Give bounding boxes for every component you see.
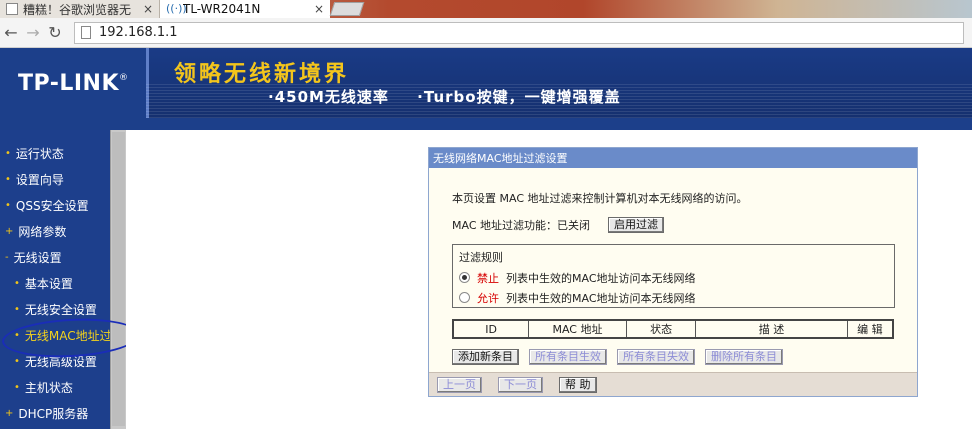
bullet-icon: • [14, 355, 20, 367]
col-status: 状态 [626, 320, 697, 338]
slogan-subline: ·450M无线速率 ·Turbo按键，一键增强覆盖 [268, 86, 643, 107]
next-page-button[interactable]: 下一页 [498, 376, 543, 393]
close-icon[interactable]: × [314, 2, 324, 16]
mac-table: ID MAC 地址 状态 描 述 编 辑 [452, 319, 894, 339]
radio-allow[interactable] [459, 292, 470, 303]
turbo-text: ·Turbo按键，一键增强覆盖 [417, 88, 621, 106]
sidebar-item-host-status[interactable]: • 主机状态 [0, 374, 110, 400]
router-banner: TP-LINK ® 领略无线新境界 ·450M无线速率 ·Turbo按键，一键增强… [0, 48, 972, 118]
forward-arrow-icon[interactable]: → [22, 23, 44, 42]
sidebar-scrollbar[interactable] [110, 130, 126, 429]
rule-deny[interactable]: 禁止 列表中生效的MAC地址访问本无线网络 [459, 270, 888, 285]
address-bar[interactable]: 192.168.1.1 [74, 21, 964, 44]
mac-filter-panel: 无线网络MAC地址过滤设置 本页设置 MAC 地址过滤来控制计算机对本无线网络的… [428, 147, 918, 397]
delete-all-button[interactable]: 删除所有条目 [705, 349, 783, 365]
enable-all-button[interactable]: 所有条目生效 [529, 349, 607, 365]
sidebar-item-wireless[interactable]: - 无线设置 [0, 244, 110, 270]
rule-allow-key: 允许 [477, 291, 499, 305]
rule-allow-text: 列表中生效的MAC地址访问本无线网络 [506, 291, 696, 305]
rule-deny-text: 列表中生效的MAC地址访问本无线网络 [506, 271, 696, 285]
rules-title: 过滤规则 [459, 251, 503, 264]
rule-allow[interactable]: 允许 列表中生效的MAC地址访问本无线网络 [459, 290, 888, 305]
prev-page-button[interactable]: 上一页 [437, 376, 482, 393]
nav-bar: ← → ↻ 192.168.1.1 [0, 18, 972, 48]
tab-title: 糟糕！谷歌浏览器无 [23, 2, 132, 17]
logo: TP-LINK ® [0, 48, 146, 118]
sidebar-item-wizard[interactable]: • 设置向导 [0, 166, 110, 192]
bullet-icon: • [5, 173, 11, 185]
speed-text: ·450M无线速率 [268, 88, 389, 106]
sidebar-item-dhcp[interactable]: + DHCP服务器 [0, 400, 110, 426]
logo-mark: ® [119, 73, 129, 83]
logo-text: TP-LINK [17, 70, 120, 96]
help-button[interactable]: 帮 助 [559, 376, 597, 393]
banner-bottom-bar [0, 118, 972, 130]
new-tab-button[interactable] [329, 2, 365, 16]
filter-status: MAC 地址过滤功能：已关闭 [452, 219, 590, 232]
disable-all-button[interactable]: 所有条目失效 [617, 349, 695, 365]
col-desc: 描 述 [695, 320, 848, 338]
panel-description: 本页设置 MAC 地址过滤来控制计算机对本无线网络的访问。 [452, 192, 748, 205]
bullet-icon: • [14, 381, 20, 393]
tab-router[interactable]: ((·)) TL-WR2041N × [160, 0, 330, 18]
wifi-icon: ((·)) [166, 2, 187, 15]
panel-title: 无线网络MAC地址过滤设置 [429, 148, 917, 168]
page-icon [81, 26, 91, 39]
bullet-icon: • [14, 277, 20, 289]
back-arrow-icon[interactable]: ← [0, 23, 22, 42]
address-text: 192.168.1.1 [99, 25, 178, 40]
sidebar-item-qss[interactable]: • QSS安全设置 [0, 192, 110, 218]
plus-icon: + [5, 225, 14, 237]
tab-bar: 糟糕！谷歌浏览器无 × ((·)) TL-WR2041N × [0, 0, 972, 18]
close-icon[interactable]: × [143, 2, 153, 16]
col-edit: 编 辑 [847, 320, 893, 338]
slogan: 领略无线新境界 [174, 62, 350, 87]
bullet-icon: • [14, 303, 20, 315]
sidebar-item-network[interactable]: + 网络参数 [0, 218, 110, 244]
filter-rules-box: 过滤规则 禁止 列表中生效的MAC地址访问本无线网络 允许 列表中生效的MAC地… [452, 244, 895, 308]
pager-bar: 上一页 下一页 帮 助 [429, 372, 917, 396]
scrollbar-thumb[interactable] [112, 132, 125, 426]
sidebar-item-status[interactable]: • 运行状态 [0, 140, 110, 166]
banner-art: 领略无线新境界 ·450M无线速率 ·Turbo按键，一键增强覆盖 [146, 48, 972, 118]
sidebar-menu: • 运行状态 • 设置向导 • QSS安全设置 + 网络参数 - 无线设置 • 基本设置 •… [0, 130, 124, 429]
col-mac: MAC 地址 [528, 320, 627, 338]
page-icon [6, 3, 18, 15]
radio-deny[interactable] [459, 272, 470, 283]
add-entry-button[interactable]: 添加新条目 [452, 349, 519, 365]
rule-deny-key: 禁止 [477, 271, 499, 285]
tab-error-page[interactable]: 糟糕！谷歌浏览器无 × [0, 0, 160, 18]
bullet-icon: • [5, 199, 11, 211]
enable-filter-button[interactable]: 启用过滤 [608, 217, 664, 233]
minus-icon: - [5, 251, 9, 263]
tab-title: TL-WR2041N [183, 2, 261, 16]
bullet-icon: • [5, 147, 11, 159]
plus-icon: + [5, 407, 14, 419]
reload-icon[interactable]: ↻ [44, 23, 66, 42]
sidebar-item-basic[interactable]: • 基本设置 [0, 270, 110, 296]
col-id: ID [453, 320, 530, 338]
